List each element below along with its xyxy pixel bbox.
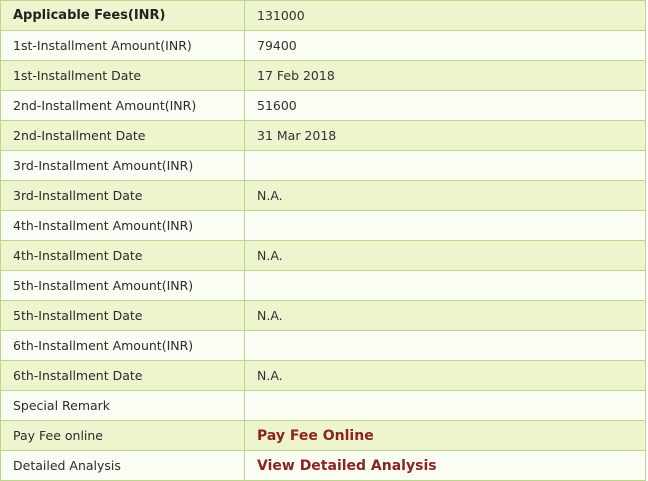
table-row-installment-6-amount: 6th-Installment Amount(INR) (0, 330, 646, 361)
installment-6-date-value: N.A. (244, 360, 646, 391)
installment-6-amount-label: 6th-Installment Amount(INR) (0, 330, 245, 361)
installment-2-date-value: 31 Mar 2018 (244, 120, 646, 151)
view-detailed-analysis-link[interactable]: View Detailed Analysis (257, 458, 437, 474)
installment-1-date-value: 17 Feb 2018 (244, 60, 646, 91)
table-row-installment-6-date: 6th-Installment Date N.A. (0, 360, 646, 391)
table-row-installment-4-amount: 4th-Installment Amount(INR) (0, 210, 646, 241)
detailed-analysis-label: Detailed Analysis (0, 450, 245, 481)
installment-3-date-label: 3rd-Installment Date (0, 180, 245, 211)
table-row-installment-4-date: 4th-Installment Date N.A. (0, 240, 646, 271)
installment-4-amount-label: 4th-Installment Amount(INR) (0, 210, 245, 241)
installment-1-amount-value: 79400 (244, 30, 646, 61)
installment-1-amount-label: 1st-Installment Amount(INR) (0, 30, 245, 61)
detailed-analysis-cell: View Detailed Analysis (244, 450, 646, 481)
table-row-detailed-analysis: Detailed Analysis View Detailed Analysis (0, 450, 646, 481)
installment-5-date-label: 5th-Installment Date (0, 300, 245, 331)
table-row-installment-5-date: 5th-Installment Date N.A. (0, 300, 646, 331)
installment-4-date-label: 4th-Installment Date (0, 240, 245, 271)
pay-fee-online-cell: Pay Fee Online (244, 420, 646, 451)
special-remark-value (244, 390, 646, 421)
table-row-installment-5-amount: 5th-Installment Amount(INR) (0, 270, 646, 301)
fee-details-table: Applicable Fees(INR) 131000 1st-Installm… (0, 0, 646, 481)
installment-6-amount-value (244, 330, 646, 361)
pay-fee-online-label: Pay Fee online (0, 420, 245, 451)
pay-fee-online-link[interactable]: Pay Fee Online (257, 428, 374, 444)
installment-4-amount-value (244, 210, 646, 241)
installment-5-amount-label: 5th-Installment Amount(INR) (0, 270, 245, 301)
table-row-installment-1-date: 1st-Installment Date 17 Feb 2018 (0, 60, 646, 91)
table-row-installment-1-amount: 1st-Installment Amount(INR) 79400 (0, 30, 646, 61)
installment-3-amount-label: 3rd-Installment Amount(INR) (0, 150, 245, 181)
table-row-pay-fee-online: Pay Fee online Pay Fee Online (0, 420, 646, 451)
installment-6-date-label: 6th-Installment Date (0, 360, 245, 391)
table-row-installment-3-amount: 3rd-Installment Amount(INR) (0, 150, 646, 181)
table-row-installment-2-date: 2nd-Installment Date 31 Mar 2018 (0, 120, 646, 151)
installment-2-date-label: 2nd-Installment Date (0, 120, 245, 151)
installment-3-date-value: N.A. (244, 180, 646, 211)
table-row-installment-3-date: 3rd-Installment Date N.A. (0, 180, 646, 211)
installment-5-amount-value (244, 270, 646, 301)
installment-2-amount-label: 2nd-Installment Amount(INR) (0, 90, 245, 121)
installment-3-amount-value (244, 150, 646, 181)
installment-1-date-label: 1st-Installment Date (0, 60, 245, 91)
table-row-special-remark: Special Remark (0, 390, 646, 421)
table-row-installment-2-amount: 2nd-Installment Amount(INR) 51600 (0, 90, 646, 121)
applicable-fees-label: Applicable Fees(INR) (0, 0, 245, 31)
special-remark-label: Special Remark (0, 390, 245, 421)
applicable-fees-value: 131000 (244, 0, 646, 31)
installment-4-date-value: N.A. (244, 240, 646, 271)
installment-2-amount-value: 51600 (244, 90, 646, 121)
installment-5-date-value: N.A. (244, 300, 646, 331)
table-row-applicable-fees: Applicable Fees(INR) 131000 (0, 0, 646, 31)
